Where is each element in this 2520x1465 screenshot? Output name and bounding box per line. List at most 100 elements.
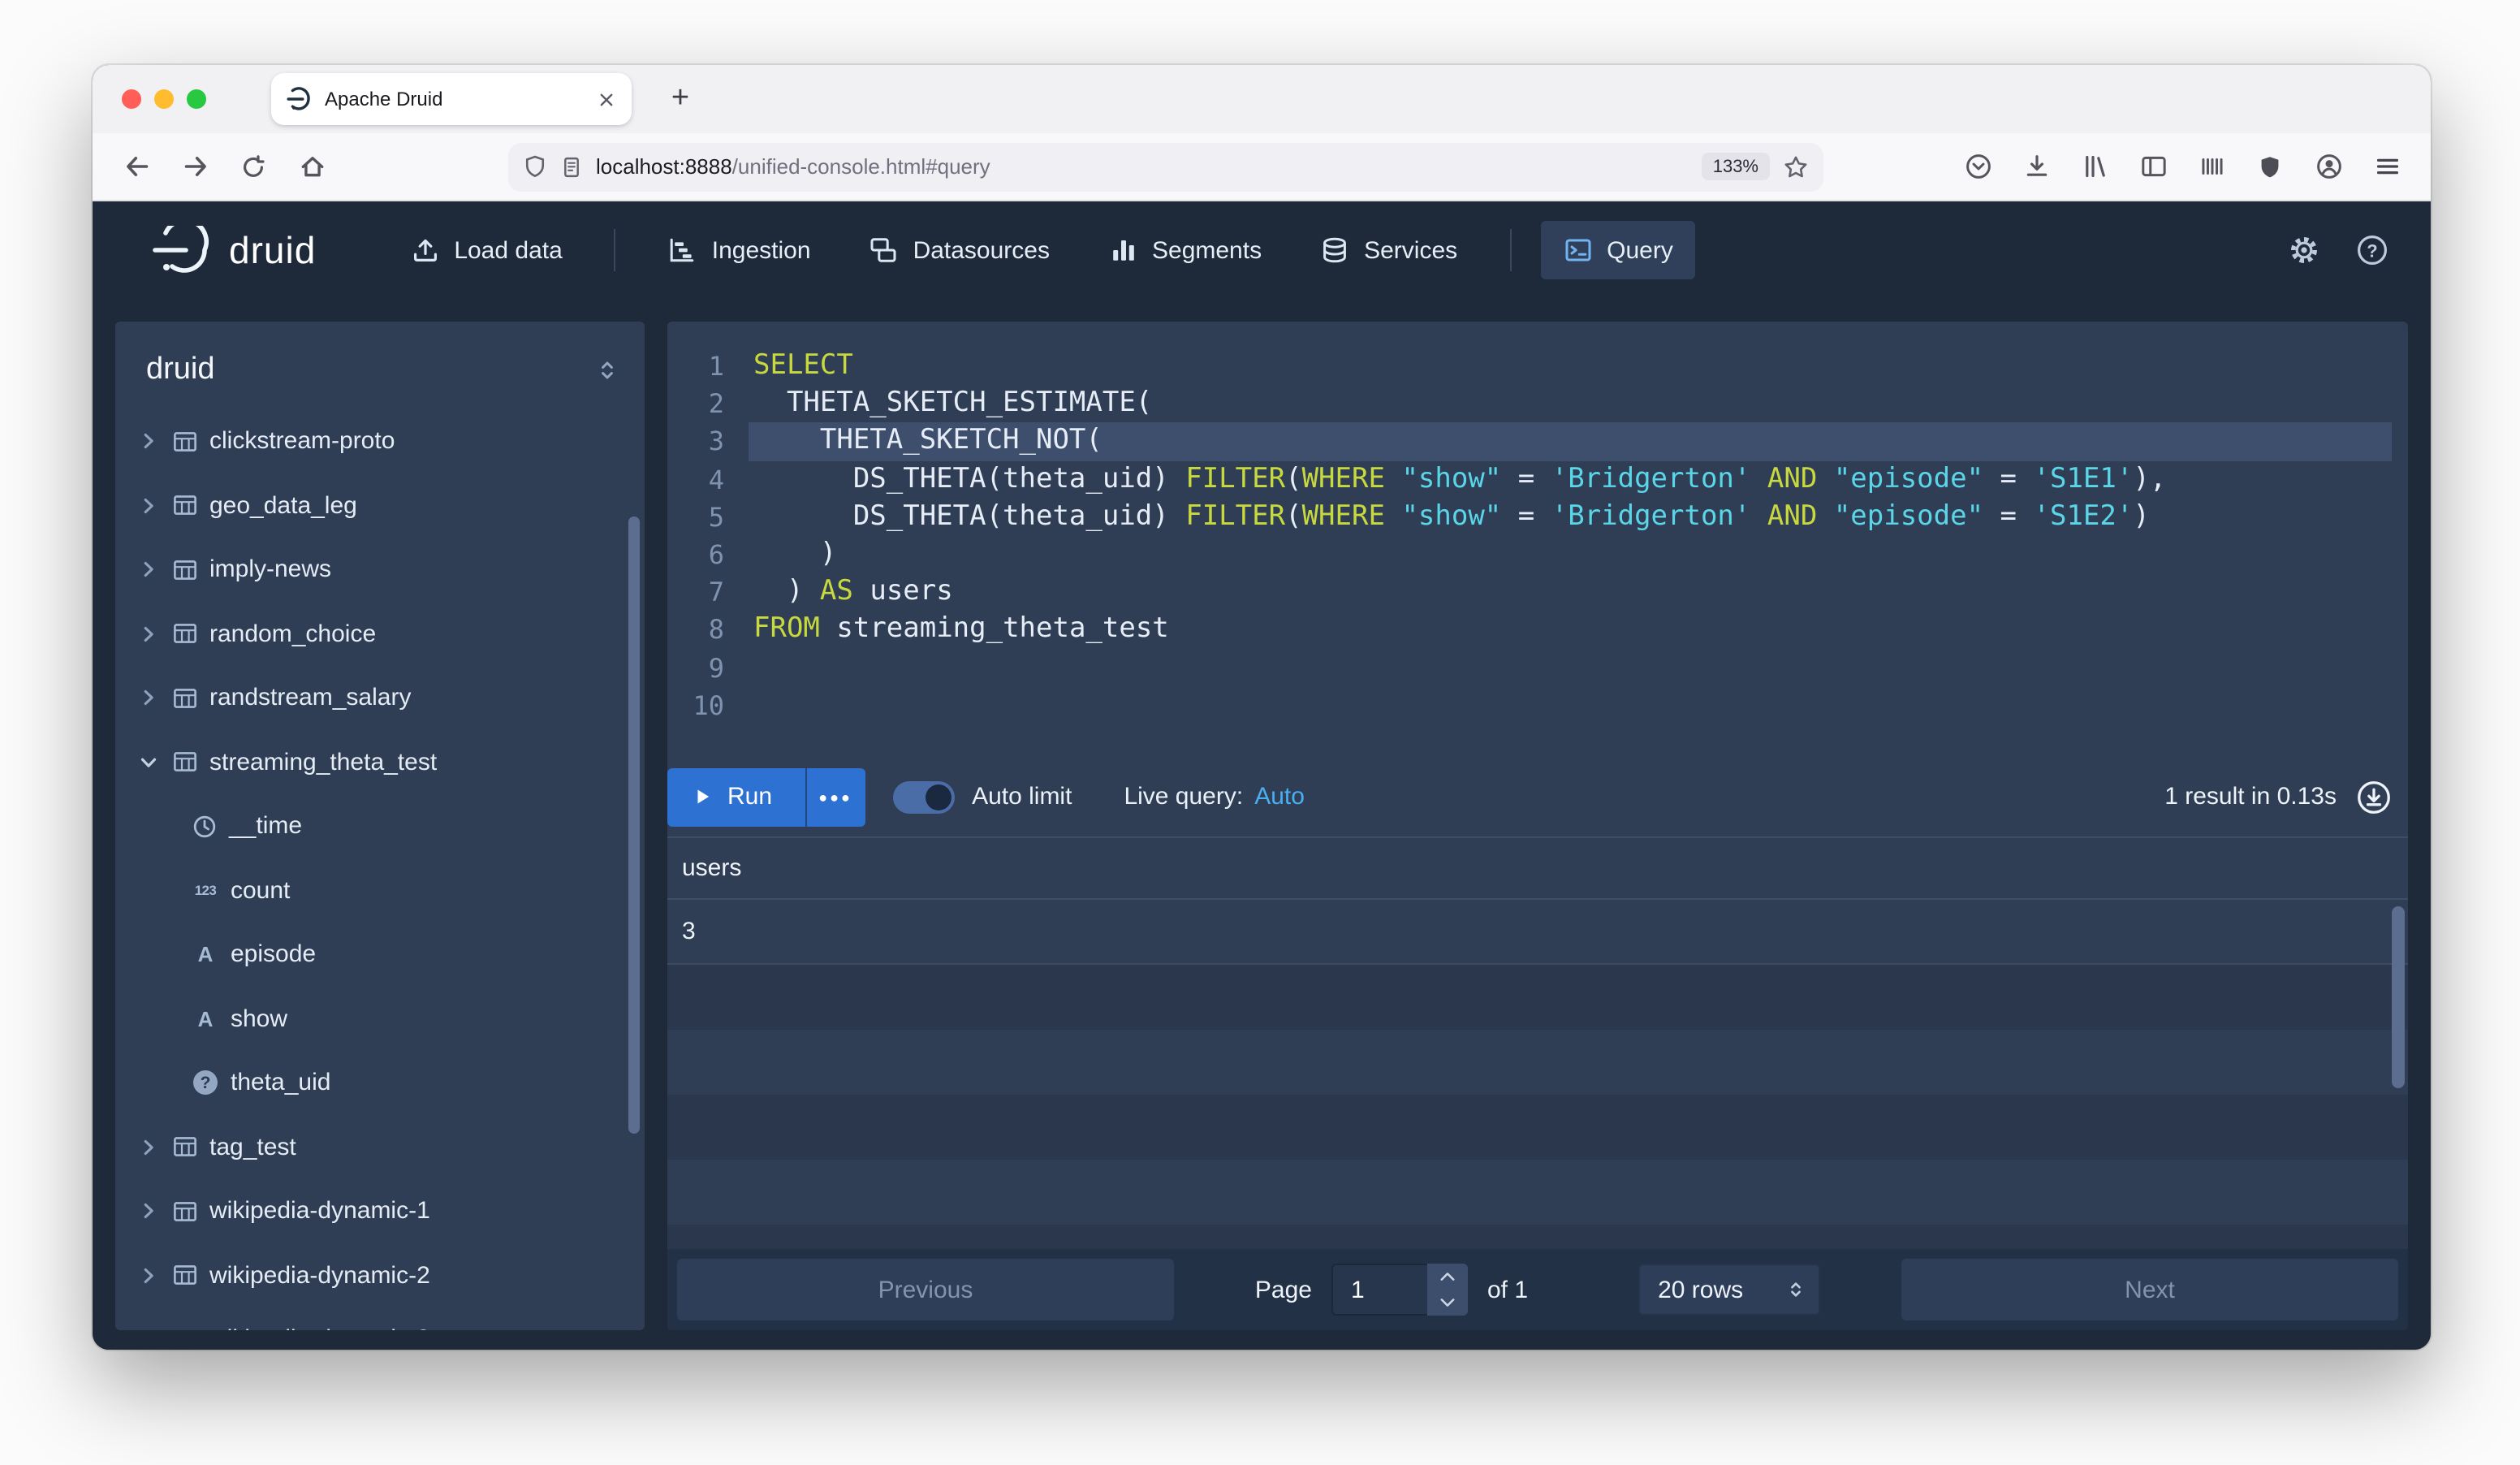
address-bar[interactable]: localhost:8888/unified-console.html#quer… bbox=[508, 142, 1823, 191]
chevron-down-icon[interactable] bbox=[136, 750, 161, 775]
column-show[interactable]: Ashow bbox=[115, 987, 645, 1051]
page-info-icon[interactable] bbox=[560, 155, 583, 178]
string-type-icon: A bbox=[192, 943, 219, 967]
run-button[interactable]: Run bbox=[667, 767, 805, 826]
datasource-randstream_salary[interactable]: randstream_salary bbox=[115, 666, 645, 730]
auto-limit-toggle[interactable] bbox=[892, 780, 954, 813]
library-icon[interactable] bbox=[2073, 145, 2116, 188]
query-panel: 12345678910 SELECT THETA_SKETCH_ESTIMATE… bbox=[667, 322, 2408, 1330]
results-header-row: users bbox=[667, 838, 2408, 900]
download-results-icon[interactable] bbox=[2356, 779, 2392, 815]
datasource-wikipedia-dynamic-2[interactable]: wikipedia-dynamic-2 bbox=[115, 1243, 645, 1307]
column-count[interactable]: 123count bbox=[115, 858, 645, 923]
nav-segments[interactable]: Segments bbox=[1085, 221, 1284, 279]
run-more-button[interactable]: ●●● bbox=[805, 767, 865, 826]
settings-gear-icon[interactable] bbox=[2288, 234, 2320, 266]
column-episode[interactable]: Aepisode bbox=[115, 923, 645, 987]
bookmark-star-icon[interactable] bbox=[1783, 153, 1809, 179]
code-line-6[interactable]: ) bbox=[749, 536, 2408, 573]
segments-icon bbox=[1108, 236, 1137, 265]
next-page-button[interactable]: Next bbox=[1901, 1259, 2398, 1320]
datasource-imply-news[interactable]: imply-news bbox=[115, 538, 645, 602]
nav-query[interactable]: Query bbox=[1540, 221, 1696, 279]
sidebar-scrollbar[interactable] bbox=[628, 516, 640, 1134]
sort-icon[interactable] bbox=[594, 357, 620, 383]
chevron-right-icon[interactable] bbox=[136, 1135, 161, 1160]
datasource-random_choice[interactable]: random_choice bbox=[115, 602, 645, 666]
datasource-label: geo_data_leg bbox=[209, 492, 357, 520]
account-icon[interactable] bbox=[2307, 145, 2350, 188]
code-line-9[interactable] bbox=[749, 649, 2408, 686]
column-__time[interactable]: __time bbox=[115, 794, 645, 858]
nav-datasources[interactable]: Datasources bbox=[847, 221, 1072, 279]
code-line-2[interactable]: THETA_SKETCH_ESTIMATE( bbox=[749, 385, 2408, 422]
live-query-value[interactable]: Auto bbox=[1254, 783, 1305, 810]
url-host: localhost:8888 bbox=[596, 154, 732, 179]
nav-ingestion[interactable]: Ingestion bbox=[645, 221, 834, 279]
home-button[interactable] bbox=[287, 142, 336, 191]
code-line-3[interactable]: THETA_SKETCH_NOT( bbox=[749, 423, 2392, 460]
results-scrollbar[interactable] bbox=[2392, 906, 2405, 1088]
column-theta_uid[interactable]: ?theta_uid bbox=[115, 1051, 645, 1115]
previous-page-button[interactable]: Previous bbox=[677, 1259, 1174, 1320]
code-line-5[interactable]: DS_THETA(theta_uid) FILTER(WHERE "show" … bbox=[749, 499, 2408, 536]
privacy-shield-icon[interactable] bbox=[2249, 145, 2291, 188]
chevron-right-icon[interactable] bbox=[136, 622, 161, 646]
browser-window: Apache Druid + localhost:8888/unified-co… bbox=[93, 65, 2431, 1350]
nav-services[interactable]: Services bbox=[1297, 221, 1480, 279]
run-toolbar: Run ●●● Auto limit Live query:Auto 1 res… bbox=[667, 757, 2408, 838]
druid-brand[interactable]: druid bbox=[151, 226, 316, 274]
chevron-right-icon[interactable] bbox=[136, 1199, 161, 1224]
rows-per-page-select[interactable]: 20 rows bbox=[1638, 1264, 1820, 1316]
code-line-10[interactable] bbox=[749, 686, 2408, 724]
tracking-shield-icon[interactable] bbox=[523, 154, 547, 179]
downloads-icon[interactable] bbox=[2015, 145, 2057, 188]
minimize-window-button[interactable] bbox=[154, 89, 174, 109]
page-label: Page bbox=[1255, 1276, 1312, 1303]
empty-row bbox=[667, 1030, 2408, 1095]
code-line-4[interactable]: DS_THETA(theta_uid) FILTER(WHERE "show" … bbox=[749, 460, 2408, 498]
datasource-clickstream-proto[interactable]: clickstream-proto bbox=[115, 409, 645, 473]
chevron-right-icon[interactable] bbox=[136, 1264, 161, 1288]
chevron-right-icon[interactable] bbox=[136, 558, 161, 582]
page-increment-button[interactable] bbox=[1427, 1264, 1468, 1290]
nav-load-data[interactable]: Load data bbox=[387, 221, 585, 279]
zoom-level-badge[interactable]: 133% bbox=[1702, 153, 1770, 180]
code-line-8[interactable]: FROM streaming_theta_test bbox=[749, 611, 2408, 649]
chevron-right-icon[interactable] bbox=[136, 1328, 161, 1331]
menu-icon[interactable] bbox=[2366, 145, 2408, 188]
tab-close-icon[interactable] bbox=[596, 89, 617, 110]
datasource-wikipedia-dynamic-3[interactable]: wikipedia-dynamic-3 bbox=[115, 1307, 645, 1330]
chevron-right-icon[interactable] bbox=[136, 494, 161, 518]
page-decrement-button[interactable] bbox=[1427, 1290, 1468, 1316]
chevron-right-icon[interactable] bbox=[136, 686, 161, 711]
new-tab-button[interactable]: + bbox=[658, 76, 703, 122]
datasource-geo_data_leg[interactable]: geo_data_leg bbox=[115, 473, 645, 538]
url-path: /unified-console.html#query bbox=[732, 154, 990, 179]
sql-editor[interactable]: 12345678910 SELECT THETA_SKETCH_ESTIMATE… bbox=[667, 322, 2408, 757]
help-icon[interactable]: ? bbox=[2356, 234, 2388, 266]
code-line-7[interactable]: ) AS users bbox=[749, 573, 2408, 611]
column-header-users[interactable]: users bbox=[667, 854, 741, 882]
nav-label: Datasources bbox=[913, 236, 1050, 264]
back-button[interactable] bbox=[112, 142, 161, 191]
code-line-1[interactable]: SELECT bbox=[749, 348, 2408, 385]
sidebar-toggle-icon[interactable] bbox=[2132, 145, 2174, 188]
reload-button[interactable] bbox=[229, 142, 278, 191]
pocket-icon[interactable] bbox=[1957, 145, 1999, 188]
pagination-controls: Page 1 of 1 20 rows bbox=[1174, 1264, 1901, 1316]
browser-tab[interactable]: Apache Druid bbox=[271, 73, 632, 125]
chevron-right-icon[interactable] bbox=[136, 430, 161, 454]
result-cell[interactable]: 3 bbox=[667, 918, 696, 945]
run-button-group: Run ●●● bbox=[667, 767, 865, 826]
forward-button[interactable] bbox=[170, 142, 219, 191]
barcode-icon[interactable] bbox=[2190, 145, 2233, 188]
page-number-input[interactable]: 1 bbox=[1331, 1264, 1468, 1316]
close-window-button[interactable] bbox=[122, 89, 141, 109]
datasource-streaming_theta_test[interactable]: streaming_theta_test bbox=[115, 730, 645, 794]
datasource-label: wikipedia-dynamic-2 bbox=[209, 1262, 430, 1290]
datasource-wikipedia-dynamic-1[interactable]: wikipedia-dynamic-1 bbox=[115, 1179, 645, 1243]
zoom-window-button[interactable] bbox=[187, 89, 206, 109]
datasource-label: clickstream-proto bbox=[209, 428, 395, 456]
datasource-tag_test[interactable]: tag_test bbox=[115, 1115, 645, 1179]
